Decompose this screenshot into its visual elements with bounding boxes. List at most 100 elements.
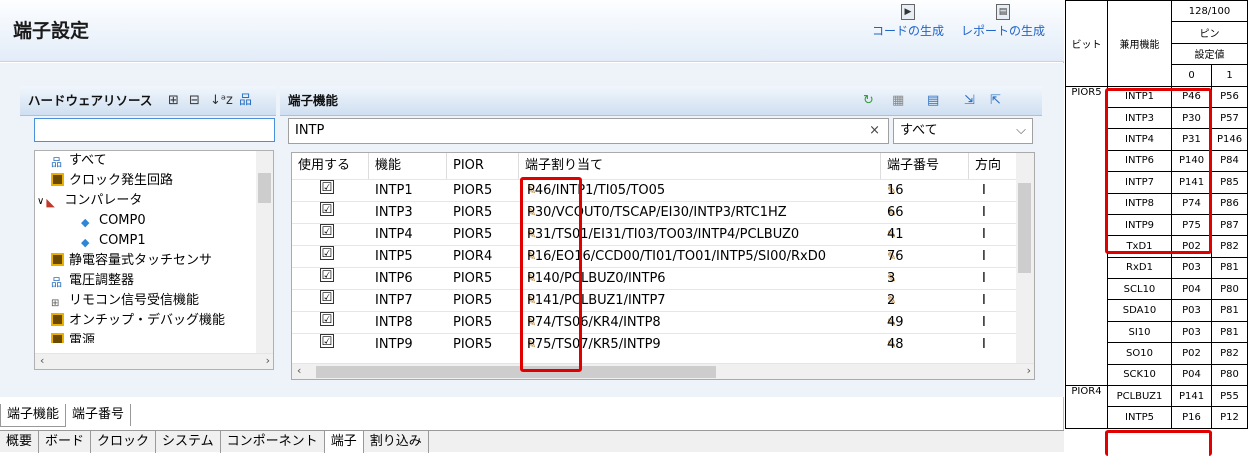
tree-item-clock[interactable]: クロック発生回路 (51, 171, 173, 191)
scroll-thumb[interactable] (316, 366, 716, 378)
v0-cell: P02 (1171, 342, 1212, 365)
pin-function-filter-input[interactable]: INTP × (288, 118, 889, 144)
tree-horizontal-scrollbar[interactable]: ‹ › (35, 353, 273, 369)
tab-board[interactable]: ボード (39, 431, 92, 453)
hardware-resources-header: ハードウェアリソース ⊞ ⊟ ↓ᵃz 品 (20, 86, 276, 116)
export-icon[interactable]: ⇱ (990, 86, 1001, 116)
scroll-left-icon[interactable]: ‹ (297, 364, 301, 377)
v0-cell: P141 (1171, 385, 1212, 408)
use-checkbox[interactable]: ☑ (320, 180, 334, 194)
table-row[interactable]: ☑ INTP3 PIOR5 ✎ P30/VCOUT0/TSCAP/EI30/INTP3/… (292, 201, 1018, 223)
combo-value: すべて (900, 123, 938, 138)
remote-icon: ⊞ (51, 298, 60, 309)
tab-pin[interactable]: 端子 (324, 431, 364, 453)
comparator-icon: ◣ (46, 196, 55, 209)
use-checkbox[interactable]: ☑ (320, 246, 334, 260)
scroll-right-icon[interactable]: › (1027, 364, 1031, 377)
column-header-use[interactable]: 使用する (292, 153, 369, 179)
table-row[interactable]: ☑ INTP6 PIOR5 ✎ P140/PCLBUZ0/INTP6 ✎ 3 I (292, 267, 1018, 289)
use-checkbox[interactable]: ☑ (320, 290, 334, 304)
grid-icon[interactable]: ▦ (892, 86, 904, 116)
tree-item-voltage-regulator[interactable]: 品電圧調整器 (51, 271, 134, 291)
tree-item-comparator[interactable]: ∨ ◣ コンパレータ (37, 191, 142, 211)
tree-item-debug[interactable]: オンチップ・デバッグ機能 (51, 311, 225, 331)
use-checkbox[interactable]: ☑ (320, 202, 334, 216)
clear-filter-icon[interactable]: × (869, 119, 880, 143)
function-cell: INTP4 (375, 227, 413, 242)
resource-search-input[interactable] (34, 118, 275, 142)
column-header-direction[interactable]: 方向 (969, 153, 1018, 179)
tab-overview[interactable]: 概要 (0, 431, 40, 453)
table-icon[interactable]: ▤ (927, 86, 939, 116)
generate-code-button[interactable]: ▶ コードの生成 (872, 4, 944, 39)
tree-item-comp0[interactable]: ◆ COMP0 (81, 211, 146, 231)
column-header-assignment[interactable]: 端子割り当て (519, 153, 881, 179)
column-header-pin-number[interactable]: 端子番号 (881, 153, 969, 179)
tree-vertical-scrollbar[interactable] (256, 151, 273, 354)
pin-number-value: 41 (887, 227, 904, 242)
scroll-right-icon[interactable]: › (266, 354, 270, 367)
direction-cell: I (982, 227, 986, 242)
tree-item-label: 電圧調整器 (69, 273, 135, 288)
tree-item-label: リモコン信号受信機能 (69, 293, 200, 308)
tab-system[interactable]: システム (156, 431, 221, 453)
tab-interrupt[interactable]: 割り込み (364, 431, 429, 453)
column-header-function[interactable]: 機能 (369, 153, 447, 179)
tree-item-remote[interactable]: ⊞ リモコン信号受信機能 (51, 291, 199, 311)
refresh-icon[interactable]: ↻ (863, 86, 874, 116)
sort-icon[interactable]: ↓ᵃz (210, 86, 233, 116)
tree-item-label: クロック発生回路 (69, 173, 174, 188)
filter-combo[interactable]: すべて ⌵ (893, 118, 1033, 144)
column-header-pior[interactable]: PIOR (447, 153, 519, 179)
expand-all-icon[interactable]: ⊞ (168, 86, 179, 116)
table-row[interactable]: ☑ INTP8 PIOR5 ✎ P74/TS06/KR4/INTP8 ✎ 49 I (292, 311, 1018, 333)
table-row[interactable]: ☑ INTP7 PIOR5 ✎ P141/PCLBUZ1/INTP7 ✎ 2 I (292, 289, 1018, 311)
tree-item-label: COMP0 (99, 213, 146, 228)
tree-item-all[interactable]: 品すべて (51, 151, 107, 171)
table-row[interactable]: ☑ INTP4 PIOR5 ✎ P31/TS01/EI31/TI03/TO03/INTP… (292, 223, 1018, 245)
highlight-box (1105, 88, 1212, 254)
generate-report-label: レポートの生成 (961, 24, 1046, 38)
bit-cell: PIOR4 (1065, 385, 1108, 429)
scroll-left-icon[interactable]: ‹ (40, 354, 44, 367)
use-checkbox[interactable]: ☑ (320, 334, 334, 348)
table-row[interactable]: ☑ INTP5 PIOR4 ✎ P16/EO16/CCD00/TI01/TO01/INT… (292, 245, 1018, 267)
collapse-all-icon[interactable]: ⊟ (189, 86, 200, 116)
highlight-box (520, 177, 582, 372)
scroll-thumb[interactable] (258, 173, 271, 203)
hierarchy-icon[interactable]: 品 (239, 86, 252, 116)
v0-cell: P03 (1171, 320, 1212, 344)
tab-pin-function[interactable]: 端子機能 (0, 404, 67, 427)
use-checkbox[interactable]: ☑ (320, 268, 334, 282)
tree-item-label: すべて (69, 153, 107, 168)
table-row[interactable]: ☑ INTP1 PIOR5 ✎ P46/INTP1/TI05/TO05 ✎ 16 I (292, 179, 1018, 201)
tab-component[interactable]: コンポーネント (221, 431, 325, 453)
function-cell: INTP1 (375, 183, 413, 198)
chevron-down-icon[interactable]: ⌵ (1016, 119, 1026, 143)
use-checkbox[interactable]: ☑ (320, 224, 334, 238)
tab-clock[interactable]: クロック (91, 431, 157, 453)
tree-item-touch-sensor[interactable]: 静電容量式タッチセンサ (51, 251, 212, 271)
scroll-thumb[interactable] (1018, 183, 1031, 273)
generate-report-button[interactable]: ▤ レポートの生成 (961, 4, 1045, 39)
table-horizontal-scrollbar[interactable]: ‹ › (292, 363, 1034, 379)
direction-cell: I (982, 271, 986, 286)
tree-item-label: 電源 (69, 333, 96, 343)
tree-item-label: オンチップ・デバッグ機能 (69, 313, 226, 328)
table-row[interactable]: ☑ INTP9 PIOR5 ✎ P75/TS07/KR5/INTP9 ✎ 48 I (292, 333, 1018, 355)
tab-pin-number[interactable]: 端子番号 (66, 404, 132, 426)
tree-item-label: COMP1 (99, 233, 146, 248)
tree-item-power[interactable]: 電源 (51, 331, 95, 343)
all-resources-icon: 品 (51, 156, 62, 169)
chevron-down-icon[interactable]: ∨ (37, 196, 44, 207)
pior-spec-table: ビット 兼用機能 128/100 ピン 設定値 01 PIOR5 INTP1 P46 P5… (1065, 0, 1252, 456)
pior-cell: PIOR5 (453, 315, 493, 330)
code-generate-icon: ▶ (901, 4, 915, 20)
tree-item-comp1[interactable]: ◆ COMP1 (81, 231, 146, 251)
import-icon[interactable]: ⇲ (964, 86, 975, 116)
v1-cell: P55 (1211, 385, 1248, 408)
table-vertical-scrollbar[interactable] (1016, 153, 1034, 363)
view-tabs: 端子機能 端子番号 (0, 404, 132, 427)
use-checkbox[interactable]: ☑ (320, 312, 334, 326)
pin-function-header: 端子機能 ↻ ▦ ▤ ⇲ ⇱ (280, 86, 1042, 116)
